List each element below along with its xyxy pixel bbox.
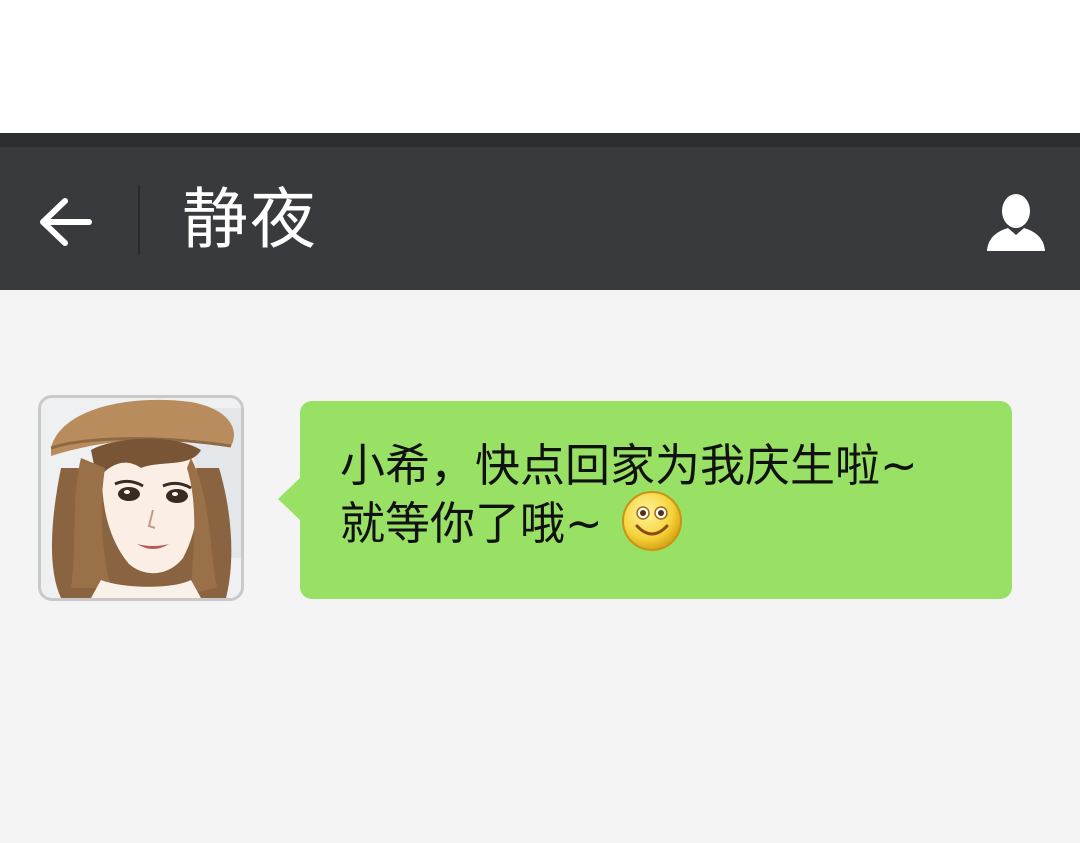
header-top-stripe <box>0 133 1080 147</box>
smiley-face-icon <box>621 491 682 551</box>
person-icon <box>987 194 1045 251</box>
message-bubble[interactable]: 小希，快点回家为我庆生啦~ 就等你了哦~ <box>278 401 1012 599</box>
message-line-2: 就等你了哦~ <box>340 497 603 550</box>
back-button[interactable] <box>28 187 104 257</box>
avatar-portrait-image <box>41 398 241 598</box>
chat-header: 静夜 <box>0 133 1080 290</box>
top-blank-area <box>0 0 1080 133</box>
message-line-1: 小希，快点回家为我庆生啦~ <box>340 439 918 492</box>
chat-area: 小希，快点回家为我庆生啦~ 就等你了哦~ <box>0 290 1080 843</box>
bubble-tail <box>278 477 301 521</box>
arrow-left-icon <box>40 198 92 246</box>
profile-button[interactable] <box>980 187 1052 259</box>
message-line-2-wrapper: 就等你了哦~ <box>340 491 972 558</box>
contact-avatar[interactable] <box>38 395 244 601</box>
chat-title: 静夜 <box>182 181 318 258</box>
header-divider <box>138 185 140 255</box>
chat-screen: 静夜 小希，快点回家为我庆生啦~ 就等你了哦~ <box>0 0 1080 843</box>
